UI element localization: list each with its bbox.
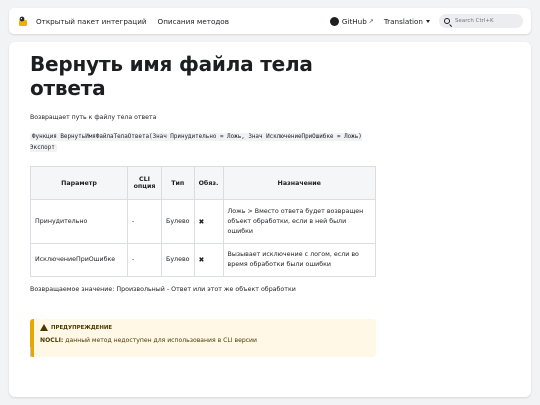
warning-icon: [40, 324, 48, 331]
table-row: ИсключениеПриОшибке - Булево ✖ Вызывает …: [30, 243, 377, 277]
search-input[interactable]: [455, 18, 515, 24]
header-cli-option: CLI опция: [127, 166, 162, 200]
function-signature: Функция ВернутьИмяФайлаТелаОтвета(Знач П…: [30, 132, 380, 154]
logo-icon[interactable]: [17, 15, 29, 27]
table-row: Принудительно - Булево ✖ Ложь > Вместо о…: [30, 199, 377, 244]
navbar-right: GitHub ↗ Translation: [329, 14, 523, 28]
translation-dropdown[interactable]: Translation: [384, 17, 430, 26]
param-cli: -: [127, 199, 162, 244]
page-description: Возвращает путь к файлу тела ответа: [30, 114, 157, 121]
param-purpose: Вызывает исключение с логом, если во вре…: [222, 243, 377, 277]
header-type: Тип: [161, 166, 195, 200]
header-purpose: Назначение: [222, 166, 377, 200]
article: Вернуть имя файла тела ответа Возвращает…: [30, 42, 380, 357]
content-card: Вернуть имя файла тела ответа Возвращает…: [9, 42, 531, 397]
github-link[interactable]: GitHub ↗: [329, 16, 374, 26]
not-required-icon: ✖: [193, 199, 224, 244]
external-link-icon: ↗: [368, 17, 374, 25]
warning-heading: ПРЕДУПРЕЖДЕНИЕ: [40, 324, 370, 331]
param-type: Булево: [161, 243, 195, 277]
nav-link-methods[interactable]: Описания методов: [158, 17, 229, 26]
return-value: Возвращаемое значение: Произвольный - От…: [30, 286, 296, 293]
github-icon: [329, 16, 339, 26]
param-purpose: Ложь > Вместо ответа будет возвращен объ…: [222, 199, 377, 244]
param-name: ИсключениеПриОшибке: [30, 243, 128, 277]
header-required: Обяз.: [193, 166, 224, 200]
chevron-down-icon: [426, 19, 430, 23]
page-title: Вернуть имя файла тела ответа: [30, 52, 313, 100]
warning-title: ПРЕДУПРЕЖДЕНИЕ: [51, 324, 113, 331]
warning-admonition: ПРЕДУПРЕЖДЕНИЕ NOCLI: данный метод недос…: [30, 319, 376, 357]
not-required-icon: ✖: [193, 243, 224, 277]
param-name: Принудительно: [30, 199, 128, 244]
param-type: Булево: [161, 199, 195, 244]
text-cursor: [30, 347, 31, 357]
warning-label: NOCLI:: [40, 337, 64, 344]
param-cli: -: [127, 243, 162, 277]
parameters-table: Параметр CLI опция Тип Обяз. Назначение …: [30, 166, 377, 277]
translation-label: Translation: [383, 16, 423, 26]
top-navbar: Открытый пакет интеграций Описания метод…: [9, 8, 531, 34]
search-icon: [444, 18, 450, 24]
search-box[interactable]: [439, 14, 523, 28]
header-parameter: Параметр: [30, 166, 128, 200]
warning-body: NOCLI: данный метод недоступен для испол…: [40, 337, 370, 344]
nav-link-integrations[interactable]: Открытый пакет интеграций: [36, 17, 147, 26]
table-header-row: Параметр CLI опция Тип Обяз. Назначение: [30, 166, 377, 200]
signature-code: Функция ВернутьИмяФайлаТелаОтвета(Знач П…: [30, 133, 362, 152]
warning-text: данный метод недоступен для использовани…: [63, 337, 257, 344]
github-label: GitHub: [341, 16, 367, 26]
